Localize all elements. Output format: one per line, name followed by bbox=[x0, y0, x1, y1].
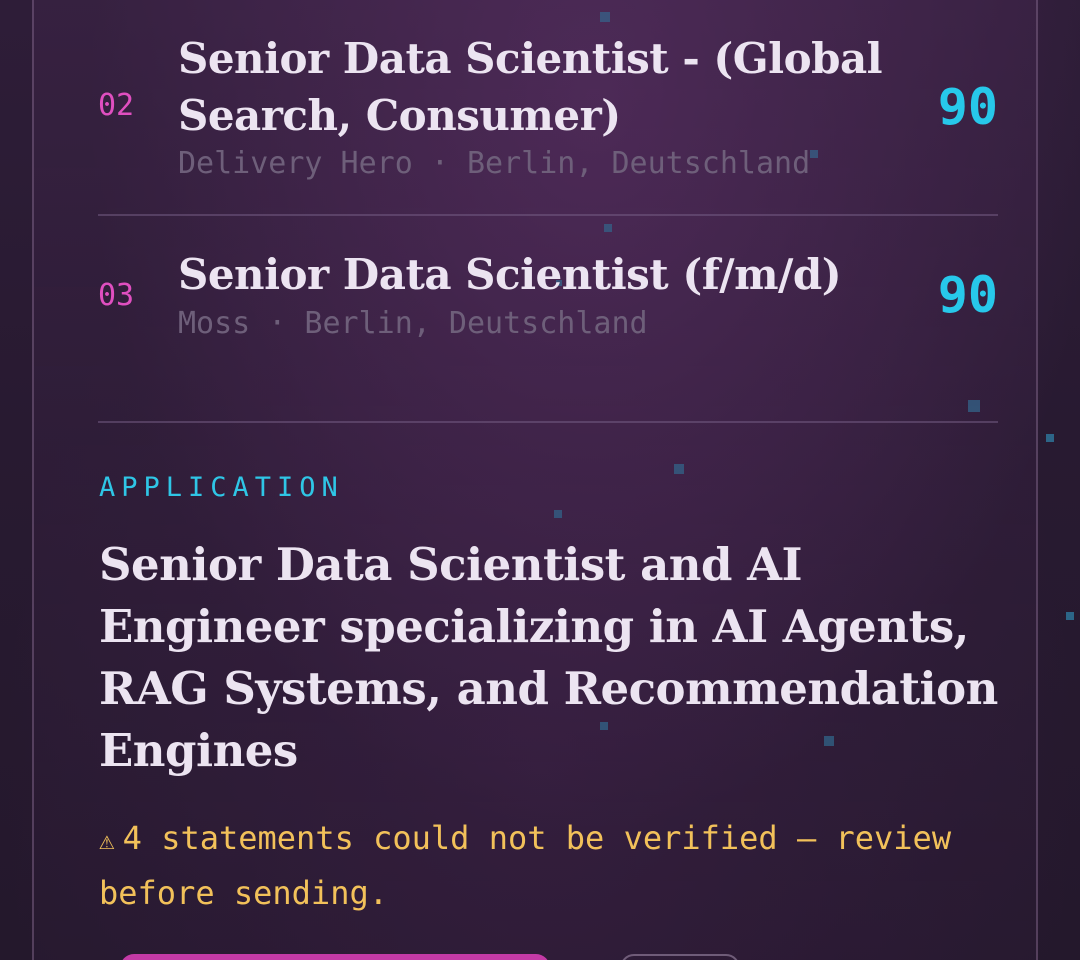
job-list-item[interactable]: 02 Senior Data Scientist - (Global Searc… bbox=[98, 30, 998, 190]
job-title: Senior Data Scientist (f/m/d) bbox=[178, 250, 842, 299]
divider bbox=[98, 421, 998, 423]
job-rank: 02 bbox=[98, 88, 135, 123]
job-rank: 03 bbox=[98, 278, 135, 313]
particle bbox=[1066, 612, 1074, 620]
particle bbox=[1046, 434, 1054, 442]
job-match-score: 90 bbox=[937, 78, 998, 136]
verification-warning: ⚠ 4 statements could not be verified — re… bbox=[99, 812, 979, 919]
job-list-item[interactable]: 03 Senior Data Scientist (f/m/d) Moss · … bbox=[98, 246, 998, 356]
job-company-location: Delivery Hero · Berlin, Deutschland bbox=[178, 146, 811, 181]
warning-icon: ⚠ bbox=[99, 826, 115, 856]
job-title: Senior Data Scientist - (Global Search, … bbox=[178, 34, 883, 140]
divider bbox=[98, 214, 998, 216]
application-headline: Senior Data Scientist and AI Engineer sp… bbox=[99, 538, 998, 777]
warning-text: 4 statements could not be verified — rev… bbox=[99, 819, 952, 912]
section-label-application: APPLICATION bbox=[99, 472, 344, 503]
job-company-location: Moss · Berlin, Deutschland bbox=[178, 306, 648, 341]
secondary-action-button[interactable] bbox=[620, 954, 740, 960]
job-match-score: 90 bbox=[937, 266, 998, 324]
primary-action-button[interactable] bbox=[120, 954, 550, 960]
